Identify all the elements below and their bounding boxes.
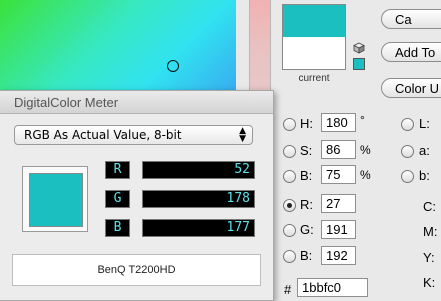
title-bar[interactable]: DigitalColor Meter [0,91,273,114]
mode-select[interactable]: RGB As Actual Value, 8-bit ▲ ▼ [14,125,253,145]
color-well[interactable] [353,58,365,70]
blue-label: B: [300,248,313,263]
spectrum-cursor[interactable] [167,60,179,72]
color-preview [282,4,346,70]
window-title: DigitalColor Meter [14,95,119,110]
sample-swatch-frame [22,166,88,232]
saturation-field[interactable]: 86 [321,140,356,159]
hue-unit: ° [360,113,365,127]
brightness-label: B: [300,168,313,183]
display-name: BenQ T2200HD [12,254,261,286]
blue-channel-value: 177 [142,219,255,237]
hue-label: H: [300,116,313,131]
red-label: R: [300,197,313,212]
color-button[interactable]: Color U [381,78,441,98]
lab-a-radio[interactable] [401,145,414,158]
saturation-label: S: [300,143,313,158]
select-arrows-icon: ▲ ▼ [239,126,246,144]
cancel-button[interactable]: Ca [381,9,441,29]
new-color-swatch [283,5,345,37]
lab-l-label: L: [419,116,430,131]
red-channel-value: 52 [142,161,255,179]
brightness-radio[interactable] [283,170,296,183]
lab-a-label: a: [419,143,430,158]
green-channel-label: G [105,190,130,208]
green-label: G: [300,222,314,237]
brightness-unit: % [360,168,371,182]
digitalcolor-meter-window: DigitalColor Meter RGB As Actual Value, … [0,90,274,301]
blue-channel-label: B [105,219,130,237]
add-to-button[interactable]: Add To [381,42,441,62]
cyan-label: C: [423,199,436,214]
red-channel-label: R [105,161,130,179]
current-color-swatch [283,37,345,69]
lab-l-radio[interactable] [401,118,414,131]
green-radio[interactable] [283,224,296,237]
saturation-radio[interactable] [283,145,296,158]
hue-field[interactable]: 180 [321,113,356,132]
black-label: K: [423,275,436,290]
cube-icon[interactable] [353,42,365,54]
lab-b-label: b: [419,168,430,183]
hue-radio[interactable] [283,118,296,131]
mode-select-value: RGB As Actual Value, 8-bit [24,128,182,142]
red-radio[interactable] [283,199,296,212]
blue-field[interactable]: 192 [321,246,356,265]
saturation-unit: % [360,143,371,157]
blue-radio[interactable] [283,250,296,263]
green-field[interactable]: 191 [321,220,356,239]
hex-prefix: # [284,282,292,297]
sample-swatch [29,173,83,227]
brightness-field[interactable]: 75 [321,165,356,184]
yellow-label: Y: [423,250,435,265]
red-field[interactable]: 27 [321,194,356,213]
hex-field[interactable]: 1bbfc0 [297,278,368,297]
green-channel-value: 178 [142,190,255,208]
magenta-label: M: [423,224,438,239]
current-label: current [298,73,330,84]
lab-b-radio[interactable] [401,170,414,183]
